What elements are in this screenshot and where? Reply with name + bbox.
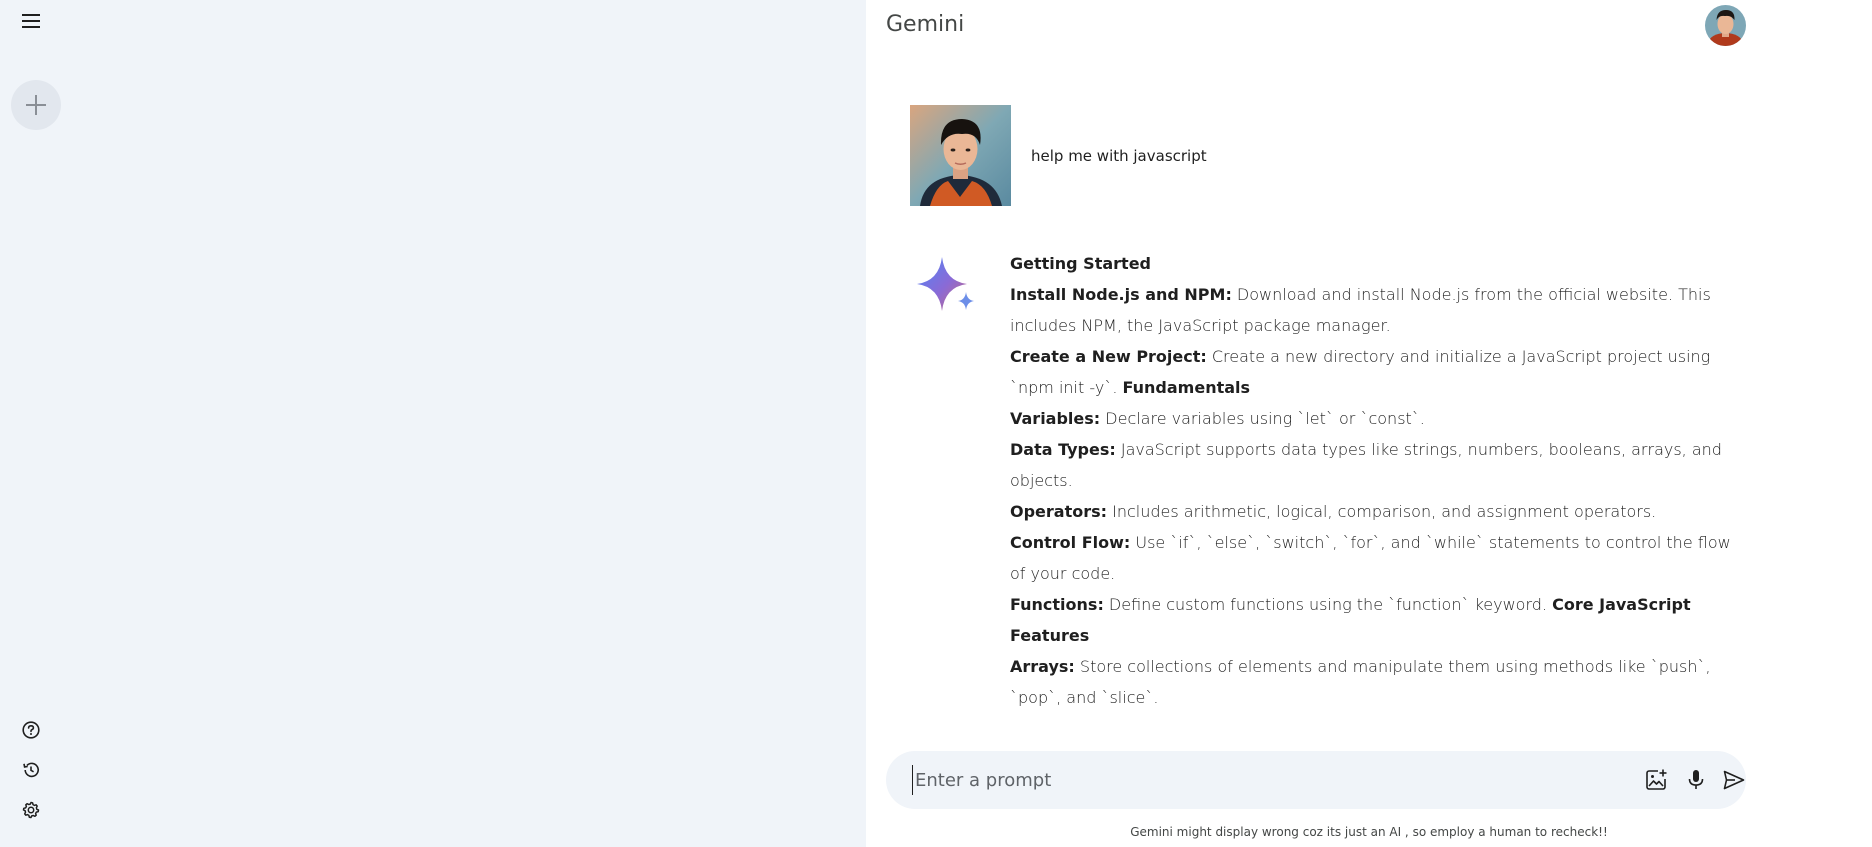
response-line: Operators: Includes arithmetic, logical,… <box>1010 502 1657 521</box>
microphone-icon[interactable] <box>1683 767 1709 793</box>
app-title: Gemini <box>886 12 965 37</box>
response-line: Arrays: Store collections of elements an… <box>1010 657 1711 707</box>
response-line: Variables: Declare variables using `let`… <box>1010 409 1425 428</box>
assistant-response: Getting Started Install Node.js and NPM:… <box>1010 248 1740 713</box>
main-chat-area: Gemini help me with javascript Getting S… <box>866 0 1872 847</box>
help-icon[interactable] <box>20 719 42 741</box>
settings-icon[interactable] <box>20 799 42 821</box>
user-message-row: help me with javascript <box>910 105 1207 206</box>
response-line: Getting Started <box>1010 254 1151 273</box>
response-line: Control Flow: Use `if`, `else`, `switch`… <box>1010 533 1731 583</box>
response-line: Install Node.js and NPM: Download and in… <box>1010 285 1711 335</box>
sidebar <box>0 0 866 847</box>
send-icon[interactable] <box>1721 767 1747 793</box>
response-line: Data Types: JavaScript supports data typ… <box>1010 440 1722 490</box>
add-image-icon[interactable] <box>1643 767 1669 793</box>
prompt-bar <box>886 751 1746 809</box>
hamburger-menu-icon[interactable] <box>20 10 42 32</box>
history-icon[interactable] <box>20 759 42 781</box>
response-line: Create a New Project: Create a new direc… <box>1010 347 1711 397</box>
disclaimer-text: Gemini might display wrong coz its just … <box>1130 825 1608 839</box>
new-chat-button[interactable] <box>11 80 61 130</box>
prompt-input[interactable] <box>912 765 1602 795</box>
user-photo <box>910 105 1011 206</box>
user-message-text: help me with javascript <box>1031 146 1207 165</box>
gemini-sparkle-icon <box>915 255 981 321</box>
response-line: Functions: Define custom functions using… <box>1010 595 1691 645</box>
user-avatar[interactable] <box>1705 5 1746 46</box>
plus-icon <box>26 95 46 115</box>
